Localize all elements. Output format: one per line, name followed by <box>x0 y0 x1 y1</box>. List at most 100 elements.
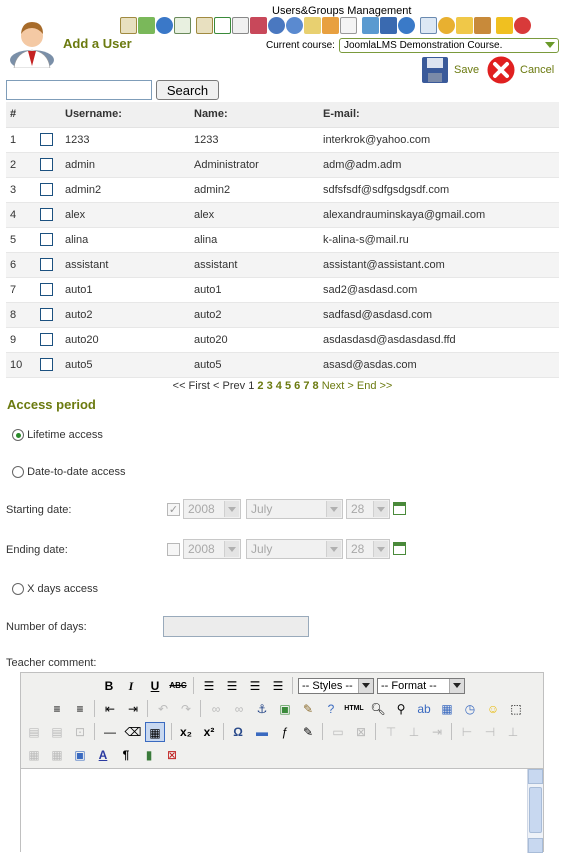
tag-icon[interactable] <box>250 17 267 34</box>
end-month-select[interactable]: July <box>246 539 343 559</box>
split-cells-icon[interactable]: ▦ <box>24 745 44 765</box>
x-days-radio[interactable] <box>12 583 24 596</box>
cancel-button[interactable]: Cancel <box>486 55 554 85</box>
course-select[interactable]: JoomlaLMS Demonstration Course. <box>339 38 559 53</box>
styles-select[interactable]: -- Styles -- <box>298 678 374 694</box>
redo-icon[interactable]: ↷ <box>176 699 196 719</box>
styleprops-icon[interactable]: A <box>93 745 113 765</box>
superscript-icon[interactable]: x² <box>199 722 219 742</box>
delete-table-icon[interactable]: ⊠ <box>351 722 371 742</box>
chat-icon[interactable] <box>304 17 321 34</box>
anchor-icon[interactable]: ⚓ <box>252 699 272 719</box>
insert-layer-icon[interactable]: ▣ <box>70 745 90 765</box>
table-props-icon[interactable]: ▭ <box>328 722 348 742</box>
row-checkbox[interactable] <box>40 308 53 321</box>
align-left-icon[interactable]: ☰ <box>199 676 219 696</box>
chalkboard-icon[interactable] <box>138 17 155 34</box>
align-justify-icon[interactable]: ☰ <box>268 676 288 696</box>
outdent-icon[interactable]: ⇤ <box>100 699 120 719</box>
row-checkbox[interactable] <box>40 258 53 271</box>
row-checkbox[interactable] <box>40 183 53 196</box>
paste-word-icon[interactable]: ▤ <box>47 722 67 742</box>
template-icon[interactable]: ▮ <box>139 745 159 765</box>
delete-col-icon[interactable]: ⊥ <box>503 722 523 742</box>
html-icon[interactable]: HTML <box>344 699 364 719</box>
col-after-icon[interactable]: ⊣ <box>480 722 500 742</box>
start-year-select[interactable]: 2008 <box>183 499 241 519</box>
pagination-page[interactable]: 4 <box>276 380 282 392</box>
number-of-days-input[interactable] <box>163 616 309 637</box>
insert-time-icon[interactable]: ◷ <box>460 699 480 719</box>
globe-icon[interactable] <box>398 17 415 34</box>
row-checkbox[interactable] <box>40 283 53 296</box>
horizontal-rule-icon[interactable]: — <box>100 722 120 742</box>
pagination-end[interactable]: End >> <box>357 380 392 392</box>
row-before-icon[interactable]: ⊤ <box>381 722 401 742</box>
documents-icon[interactable] <box>174 17 191 34</box>
pagination-prev[interactable]: < Prev <box>213 380 245 392</box>
help-icon[interactable] <box>286 17 303 34</box>
merge-cells-icon[interactable]: ▦ <box>47 745 67 765</box>
format-select[interactable]: -- Format -- <box>377 678 465 694</box>
fullscreen-icon[interactable]: ⬚ <box>506 699 526 719</box>
lifetime-access-radio[interactable] <box>12 429 24 442</box>
numbered-list-icon[interactable]: ≡ <box>70 699 90 719</box>
cleanup-icon[interactable]: ✎ <box>298 699 318 719</box>
replace-icon[interactable]: ab <box>414 699 434 719</box>
undo-icon[interactable]: ↶ <box>153 699 173 719</box>
unlink-icon[interactable]: ∞ <box>229 699 249 719</box>
italic-icon[interactable]: I <box>121 676 141 696</box>
image-icon[interactable]: ▣ <box>275 699 295 719</box>
pagination-first[interactable]: << First <box>173 380 210 392</box>
subscript-icon[interactable]: x₂ <box>176 722 196 742</box>
edit-attributes-icon[interactable]: ✎ <box>298 722 318 742</box>
star-icon[interactable] <box>496 17 513 34</box>
stats-icon[interactable] <box>380 17 397 34</box>
row-checkbox[interactable] <box>40 358 53 371</box>
align-center-icon[interactable]: ☰ <box>222 676 242 696</box>
calendar-icon[interactable] <box>214 17 231 34</box>
date-to-date-option[interactable]: Date-to-date access <box>12 466 126 479</box>
visual-aid-icon[interactable]: ▦ <box>145 722 165 742</box>
chart-icon[interactable] <box>438 17 455 34</box>
row-checkbox[interactable] <box>40 333 53 346</box>
pencil-icon[interactable] <box>322 17 339 34</box>
lifetime-access-option[interactable]: Lifetime access <box>12 429 103 442</box>
media-icon[interactable]: ▬ <box>252 722 272 742</box>
end-year-select[interactable]: 2008 <box>183 539 241 559</box>
pagination-page[interactable]: 7 <box>303 380 309 392</box>
editor-scrollbar[interactable] <box>527 769 543 853</box>
home-icon[interactable] <box>120 17 137 34</box>
date-to-date-radio[interactable] <box>12 466 24 479</box>
find-icon[interactable]: ⚲ <box>391 699 411 719</box>
row-checkbox[interactable] <box>40 158 53 171</box>
link-icon[interactable]: ∞ <box>206 699 226 719</box>
strikethrough-icon[interactable]: ABC <box>168 676 188 696</box>
info-icon[interactable] <box>156 17 173 34</box>
indent-icon[interactable]: ⇥ <box>123 699 143 719</box>
pagination-page[interactable]: 2 <box>257 380 263 392</box>
search-button[interactable]: Search <box>156 80 219 100</box>
ending-date-checkbox[interactable] <box>167 543 180 556</box>
editor-text-area[interactable] <box>21 768 543 853</box>
bold-icon[interactable]: B <box>99 676 119 696</box>
underline-icon[interactable]: U <box>145 676 165 696</box>
row-after-icon[interactable]: ⊥ <box>404 722 424 742</box>
insert-date-icon[interactable]: ▦ <box>437 699 457 719</box>
pagination-page[interactable]: 8 <box>313 380 319 392</box>
help-icon[interactable]: ? <box>321 699 341 719</box>
starting-date-checkbox[interactable] <box>167 503 180 516</box>
calendar-icon[interactable] <box>393 542 406 555</box>
search-doc-icon[interactable] <box>420 17 437 34</box>
pagination-page[interactable]: 6 <box>294 380 300 392</box>
bullet-list-icon[interactable]: ≡ <box>47 699 67 719</box>
paste-text-icon[interactable]: ▤ <box>24 722 44 742</box>
select-all-icon[interactable]: ⊡ <box>70 722 90 742</box>
save-button[interactable]: Save <box>420 55 479 85</box>
pagination-next[interactable]: Next > <box>322 380 354 392</box>
pagination-page[interactable]: 3 <box>267 380 273 392</box>
copy-icon[interactable] <box>232 17 249 34</box>
row-checkbox[interactable] <box>40 233 53 246</box>
scroll-thumb[interactable] <box>529 787 542 833</box>
calendar-icon[interactable] <box>393 502 406 515</box>
